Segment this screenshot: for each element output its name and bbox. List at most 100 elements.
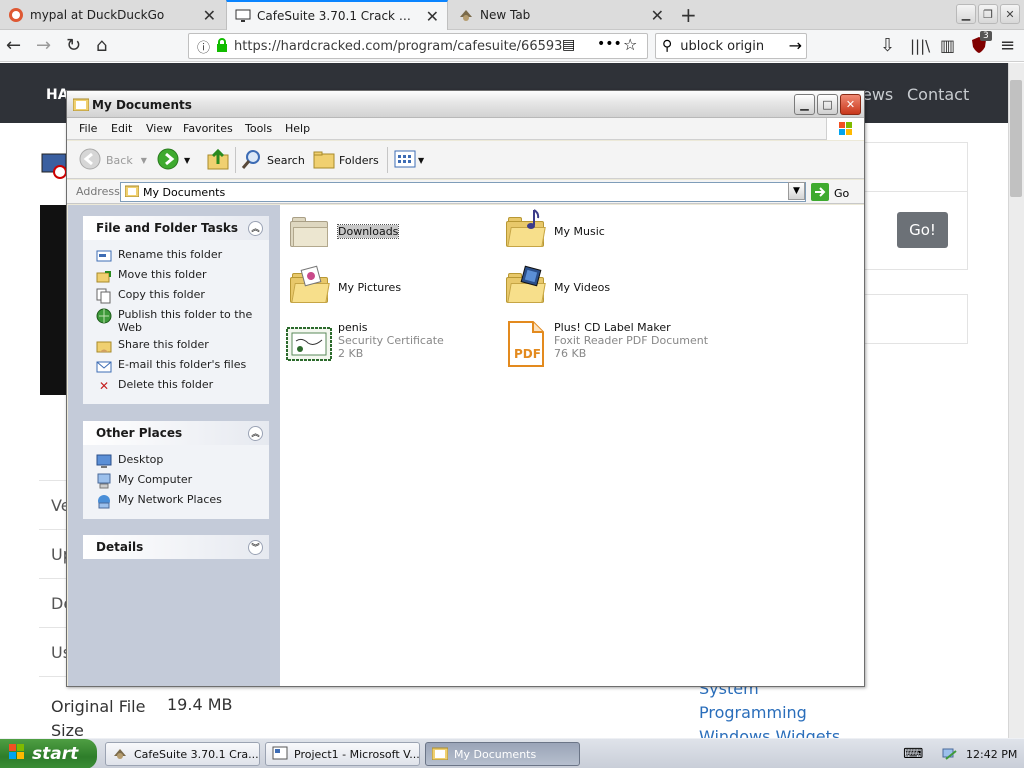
collapse-chevron-icon[interactable]: ︽: [248, 425, 263, 441]
place-desktop[interactable]: Desktop: [83, 451, 269, 471]
clock[interactable]: 12:42 PM: [966, 748, 1017, 761]
visual-basic-icon: [272, 746, 288, 763]
place-my-computer[interactable]: My Computer: [83, 471, 269, 491]
menu-hamburger-icon[interactable]: ≡: [1000, 36, 1015, 56]
address-dropdown-icon[interactable]: ▼: [788, 182, 805, 200]
explorer-title-bar[interactable]: My Documents ▁ □ ✕: [67, 91, 864, 118]
site-go-button[interactable]: Go!: [897, 212, 948, 248]
videos-folder-icon: [502, 265, 548, 311]
search-button[interactable]: Search: [241, 148, 305, 172]
menu-edit[interactable]: Edit: [111, 122, 132, 135]
close-tab-icon[interactable]: ✕: [203, 6, 216, 25]
address-value: My Documents: [143, 185, 226, 199]
taskbar: start CafeSuite 3.70.1 Cra... Project1 -…: [0, 738, 1024, 768]
forward-arrow-icon[interactable]: →: [36, 36, 51, 56]
home-icon[interactable]: ⌂: [96, 36, 107, 56]
reload-icon[interactable]: ↻: [66, 36, 81, 56]
tab-cafesuite[interactable]: CafeSuite 3.70.1 Crack With Activ ✕: [226, 0, 448, 30]
search-bar[interactable]: ⚲ ublock origin →: [655, 33, 807, 59]
keyboard-icon[interactable]: ⌨: [903, 746, 923, 762]
close-icon[interactable]: ✕: [840, 94, 861, 115]
menu-tools[interactable]: Tools: [245, 122, 272, 135]
page-scrollbar-thumb[interactable]: [1010, 80, 1022, 197]
menu-view[interactable]: View: [146, 122, 172, 135]
task-email-files[interactable]: E-mail this folder's files: [83, 356, 269, 376]
maximize-icon[interactable]: □: [817, 94, 838, 115]
close-tab-icon[interactable]: ✕: [651, 6, 664, 25]
task-move-folder[interactable]: Move this folder: [83, 266, 269, 286]
toolbar-separator: [387, 147, 388, 173]
page-actions-icon[interactable]: •••: [597, 36, 622, 52]
search-input[interactable]: ublock origin: [680, 39, 764, 54]
forward-dropdown-icon[interactable]: ▼: [184, 156, 190, 165]
restore-icon[interactable]: ❐: [978, 4, 998, 24]
go-button[interactable]: Go: [811, 183, 849, 204]
close-tab-icon[interactable]: ✕: [426, 7, 439, 26]
back-arrow-icon[interactable]: ←: [6, 36, 21, 56]
info-icon[interactable]: ⓘ: [197, 37, 210, 56]
place-my-network-places[interactable]: My Network Places: [83, 491, 269, 511]
task-delete-folder[interactable]: ✕ Delete this folder: [83, 376, 269, 396]
file-item-penis[interactable]: penis Security Certificate 2 KB: [286, 321, 444, 367]
file-item-my-music[interactable]: My Music: [502, 209, 605, 255]
minimize-icon[interactable]: ▁: [794, 94, 815, 115]
taskbar-item-my-documents[interactable]: My Documents: [425, 742, 580, 766]
taskbar-item-project1[interactable]: Project1 - Microsoft V...: [265, 742, 420, 766]
category-link[interactable]: Programming: [699, 703, 807, 722]
my-documents-folder-icon: [72, 97, 90, 114]
file-item-plus-cd-label-maker[interactable]: PDF Plus! CD Label Maker Foxit Reader PD…: [502, 321, 708, 367]
move-icon: [96, 268, 112, 284]
details-header[interactable]: Details ︾: [83, 535, 269, 559]
file-item-downloads[interactable]: Downloads: [286, 209, 400, 255]
taskbar-item-cafesuite[interactable]: CafeSuite 3.70.1 Cra...: [105, 742, 260, 766]
start-button[interactable]: start: [0, 739, 97, 768]
back-dropdown-icon[interactable]: ▼: [141, 156, 147, 165]
file-folder-tasks-header[interactable]: File and Folder Tasks ︽: [83, 216, 269, 240]
forward-button[interactable]: ▼: [157, 148, 190, 172]
task-rename-folder[interactable]: Rename this folder: [83, 246, 269, 266]
category-link[interactable]: Windows Widgets: [699, 727, 840, 738]
share-folder-icon: [96, 338, 112, 354]
rename-icon: [96, 248, 112, 264]
sidebar-icon[interactable]: ▥: [940, 36, 955, 56]
system-tray: 12:42 PM: [932, 741, 1024, 767]
downloads-icon[interactable]: ⇩: [880, 36, 895, 56]
collapse-chevron-icon[interactable]: ︽: [248, 220, 263, 236]
views-dropdown-icon[interactable]: ▼: [418, 156, 424, 165]
close-icon[interactable]: ✕: [1000, 4, 1020, 24]
task-label: E-mail this folder's files: [118, 358, 247, 371]
new-tab-plus-icon[interactable]: +: [680, 3, 697, 27]
menu-help[interactable]: Help: [285, 122, 310, 135]
reader-view-icon[interactable]: ▤: [562, 37, 575, 53]
task-share-folder[interactable]: Share this folder: [83, 336, 269, 356]
library-icon[interactable]: |||\: [910, 36, 930, 56]
site-nav-contact[interactable]: Contact: [907, 85, 969, 104]
menu-favorites[interactable]: Favorites: [183, 122, 233, 135]
task-copy-folder[interactable]: Copy this folder: [83, 286, 269, 306]
menu-file[interactable]: File: [79, 122, 97, 135]
address-field[interactable]: My Documents: [120, 182, 806, 202]
search-go-arrow-icon[interactable]: →: [789, 36, 802, 55]
bookmark-star-icon[interactable]: ☆: [623, 35, 637, 54]
network-tray-icon[interactable]: [942, 745, 958, 764]
start-label: start: [32, 744, 79, 764]
tab-new-tab[interactable]: New Tab ✕: [450, 0, 672, 30]
file-type: Foxit Reader PDF Document: [554, 334, 709, 347]
site-nav-news[interactable]: ews: [862, 85, 893, 104]
views-icon: [394, 150, 416, 171]
file-item-my-videos[interactable]: My Videos: [502, 265, 610, 311]
tab-duckduckgo[interactable]: mypal at DuckDuckGo ✕: [0, 0, 224, 30]
folders-button[interactable]: Folders: [313, 148, 379, 172]
back-button[interactable]: Back ▼: [79, 148, 147, 172]
copy-icon: [96, 288, 112, 304]
views-button[interactable]: ▼: [394, 148, 424, 172]
task-publish-web[interactable]: Publish this folder to the Web: [83, 306, 269, 336]
minimize-icon[interactable]: ▁: [956, 4, 976, 24]
up-folder-button[interactable]: [207, 148, 229, 172]
other-places-header[interactable]: Other Places ︽: [83, 421, 269, 445]
file-item-my-pictures[interactable]: My Pictures: [286, 265, 401, 311]
url-bar[interactable]: ⓘ https://hardcracked.com/program/cafesu…: [188, 33, 648, 59]
original-file-size-value: 19.4 MB: [167, 695, 233, 714]
expand-chevron-icon[interactable]: ︾: [248, 539, 263, 555]
details-panel: Details ︾: [83, 535, 269, 559]
